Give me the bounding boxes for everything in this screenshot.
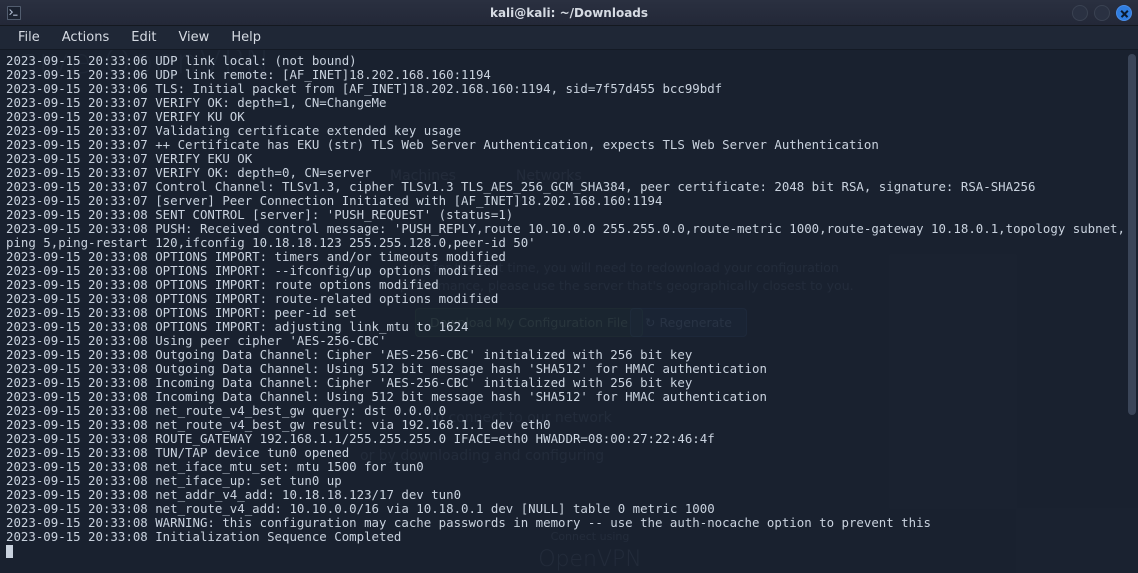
- log-line: 2023-09-15 20:33:06 UDP link remote: [AF…: [6, 68, 1132, 82]
- close-button[interactable]: [1116, 5, 1132, 21]
- log-line: 2023-09-15 20:33:08 net_iface_mtu_set: m…: [6, 460, 1132, 474]
- log-line: 2023-09-15 20:33:08 OPTIONS IMPORT: adju…: [6, 320, 1132, 334]
- log-line: 2023-09-15 20:33:08 Incoming Data Channe…: [6, 390, 1132, 404]
- menu-help[interactable]: Help: [221, 28, 271, 47]
- menu-file[interactable]: File: [8, 28, 50, 47]
- log-line: 2023-09-15 20:33:08 SENT CONTROL [server…: [6, 208, 1132, 222]
- window-title: kali@kali: ~/Downloads: [490, 6, 648, 20]
- log-line: 2023-09-15 20:33:07 ++ Certificate has E…: [6, 138, 1132, 152]
- scrollbar[interactable]: [1128, 54, 1136, 569]
- log-line: 2023-09-15 20:33:07 VERIFY EKU OK: [6, 152, 1132, 166]
- log-line: 2023-09-15 20:33:08 OPTIONS IMPORT: time…: [6, 250, 1132, 264]
- log-line: 2023-09-15 20:33:08 net_route_v4_best_gw…: [6, 418, 1132, 432]
- log-line: 2023-09-15 20:33:07 VERIFY OK: depth=1, …: [6, 96, 1132, 110]
- minimize-button[interactable]: [1072, 5, 1088, 21]
- log-line: 2023-09-15 20:33:08 net_route_v4_best_gw…: [6, 404, 1132, 418]
- log-line: 2023-09-15 20:33:08 net_iface_up: set tu…: [6, 474, 1132, 488]
- log-line: 2023-09-15 20:33:08 TUN/TAP device tun0 …: [6, 446, 1132, 460]
- log-line: 2023-09-15 20:33:08 Using peer cipher 'A…: [6, 334, 1132, 348]
- terminal-area: sive OpenVPN Machines Networks ing for t…: [0, 50, 1138, 573]
- log-line: 2023-09-15 20:33:08 net_addr_v4_add: 10.…: [6, 488, 1132, 502]
- menu-actions[interactable]: Actions: [52, 28, 120, 47]
- log-line: 2023-09-15 20:33:06 UDP link local: (not…: [6, 54, 1132, 68]
- log-line: 2023-09-15 20:33:07 VERIFY KU OK: [6, 110, 1132, 124]
- log-line: 2023-09-15 20:33:07 [server] Peer Connec…: [6, 194, 1132, 208]
- cursor: [6, 545, 13, 558]
- log-line: 2023-09-15 20:33:08 OPTIONS IMPORT: peer…: [6, 306, 1132, 320]
- log-line: 2023-09-15 20:33:08 Outgoing Data Channe…: [6, 362, 1132, 376]
- menu-view[interactable]: View: [168, 28, 219, 47]
- titlebar: kali@kali: ~/Downloads: [0, 0, 1138, 26]
- log-line: 2023-09-15 20:33:07 VERIFY OK: depth=0, …: [6, 166, 1132, 180]
- log-line: 2023-09-15 20:33:08 Outgoing Data Channe…: [6, 348, 1132, 362]
- menu-edit[interactable]: Edit: [121, 28, 166, 47]
- log-line: 2023-09-15 20:33:06 TLS: Initial packet …: [6, 82, 1132, 96]
- log-line: 2023-09-15 20:33:08 net_route_v4_add: 10…: [6, 502, 1132, 516]
- log-line: 2023-09-15 20:33:08 OPTIONS IMPORT: rout…: [6, 292, 1132, 306]
- log-line: 2023-09-15 20:33:08 WARNING: this config…: [6, 516, 1132, 530]
- log-line: 2023-09-15 20:33:08 Initialization Seque…: [6, 530, 1132, 544]
- log-line: 2023-09-15 20:33:08 OPTIONS IMPORT: rout…: [6, 278, 1132, 292]
- log-line: 2023-09-15 20:33:08 Incoming Data Channe…: [6, 376, 1132, 390]
- log-line: 2023-09-15 20:33:07 Control Channel: TLS…: [6, 180, 1132, 194]
- window-controls: [1072, 5, 1132, 21]
- maximize-button[interactable]: [1094, 5, 1110, 21]
- terminal-output[interactable]: 2023-09-15 20:33:06 UDP link local: (not…: [0, 50, 1138, 573]
- scrollbar-thumb[interactable]: [1128, 54, 1136, 415]
- log-line: 2023-09-15 20:33:08 PUSH: Received contr…: [6, 222, 1132, 250]
- log-line: 2023-09-15 20:33:08 ROUTE_GATEWAY 192.16…: [6, 432, 1132, 446]
- terminal-icon: [6, 5, 22, 21]
- menubar: File Actions Edit View Help: [0, 26, 1138, 50]
- log-line: 2023-09-15 20:33:08 OPTIONS IMPORT: --if…: [6, 264, 1132, 278]
- log-line: 2023-09-15 20:33:07 Validating certifica…: [6, 124, 1132, 138]
